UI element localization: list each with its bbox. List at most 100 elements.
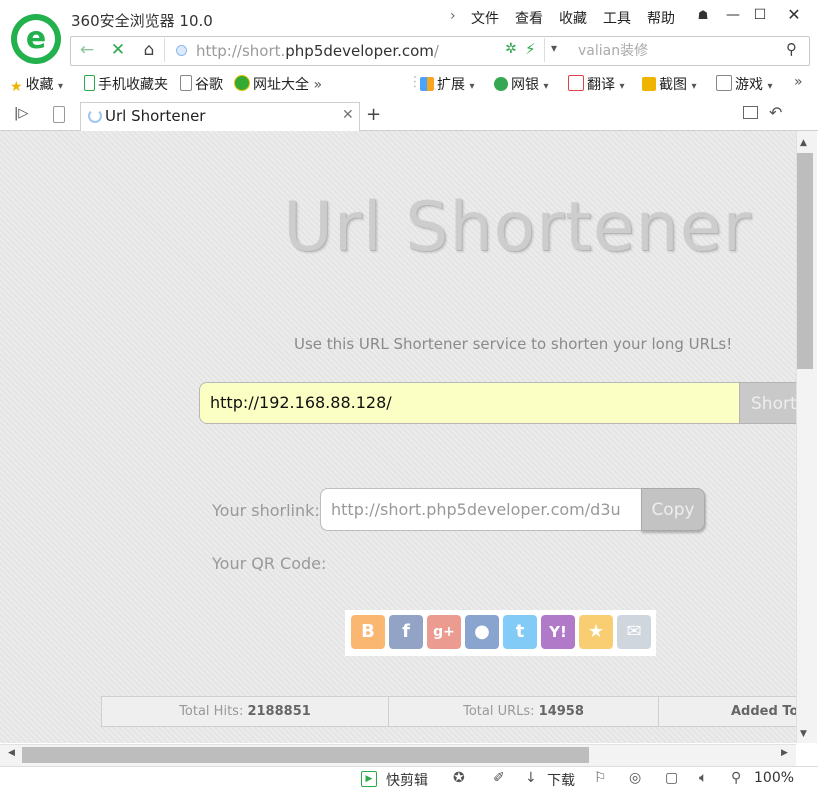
yahoo-icon[interactable]: Y! — [541, 615, 575, 649]
extensions-icon — [420, 77, 434, 91]
chevron-down-icon: ▾ — [469, 81, 475, 92]
home-button[interactable]: ⌂ — [134, 36, 164, 64]
video-clip-icon: ▶ — [361, 771, 377, 787]
page-viewport: Url Shortener Use this URL Shortener ser… — [0, 131, 796, 743]
menu-favorites[interactable]: 收藏 — [559, 8, 587, 28]
clip-button[interactable]: 快剪辑 — [386, 770, 428, 790]
gamepad-icon — [716, 75, 732, 91]
favorites-star-icon[interactable]: ★ — [579, 615, 613, 649]
nav-divider — [164, 38, 165, 62]
window-icon[interactable]: ▢ — [665, 770, 678, 786]
email-icon[interactable]: ✉ — [617, 615, 651, 649]
toolbar-label: 网银 — [511, 77, 539, 93]
menu-help[interactable]: 帮助 — [647, 8, 675, 28]
facebook-icon[interactable]: f — [389, 615, 423, 649]
toolbar-translate[interactable]: 翻译 ▾ — [568, 74, 624, 94]
copy-button[interactable]: Copy — [641, 488, 705, 531]
new-tab-button[interactable]: + — [366, 104, 381, 125]
zoom-icon[interactable]: ⚲ — [731, 770, 741, 786]
scroll-down-icon[interactable]: ▼ — [800, 729, 807, 739]
undo-close-icon[interactable]: ↶ — [769, 103, 782, 122]
menu-collapse-icon[interactable]: › — [450, 8, 456, 24]
more-toolbar-icon[interactable]: » — [794, 74, 803, 90]
ebank-icon — [494, 77, 508, 91]
vertical-scroll-thumb[interactable] — [797, 153, 813, 369]
shorten-button[interactable]: Short — [739, 382, 796, 424]
twitter-icon[interactable]: t — [503, 615, 537, 649]
stop-button[interactable]: ✕ — [103, 36, 133, 64]
toolbar-label: 游戏 — [735, 77, 763, 93]
refresh-icon[interactable]: ✲ — [505, 41, 517, 57]
zoom-level[interactable]: 100% — [754, 770, 794, 786]
tab-title: Url Shortener — [105, 107, 206, 125]
page-subtitle: Use this URL Shortener service to shorte… — [294, 335, 733, 353]
horizontal-scroll-thumb[interactable] — [22, 747, 589, 763]
sound-icon[interactable]: 🔈︎ — [699, 770, 707, 786]
chevron-down-icon: ▾ — [691, 81, 697, 92]
menu-view[interactable]: 查看 — [515, 8, 543, 28]
translate-icon — [568, 75, 584, 91]
star-icon: ★ — [10, 79, 23, 95]
browser-mode-icon[interactable]: ◎ — [629, 770, 641, 786]
scroll-right-icon[interactable]: ▶ — [781, 748, 788, 758]
toolbar-label: 扩展 — [437, 77, 465, 93]
bookmark-mobile[interactable]: 手机收藏夹 — [84, 74, 168, 94]
mobile-icon[interactable] — [53, 106, 65, 123]
myspace-icon[interactable]: ● — [465, 615, 499, 649]
close-tab-icon[interactable]: ✕ — [342, 107, 354, 123]
search-icon[interactable]: ⚲ — [786, 40, 797, 58]
scissors-icon — [642, 77, 656, 91]
toolbar-extensions[interactable]: 扩展 ▾ — [420, 74, 474, 94]
download-button[interactable]: 下载 — [547, 770, 575, 790]
bookmark-label: 收藏 — [25, 77, 54, 93]
stat-total-hits: Total Hits: 2188851 — [102, 697, 389, 726]
sidebar-toggle-icon[interactable]: |▷ — [14, 106, 28, 121]
restore-tabs-icon[interactable] — [743, 106, 758, 119]
browser-logo-icon: e — [11, 14, 61, 64]
speed-mode-icon[interactable]: ⚡ — [525, 40, 536, 58]
back-button[interactable]: ← — [72, 36, 102, 64]
window-title: 360安全浏览器 10.0 — [71, 12, 213, 30]
url-field[interactable]: http://short.php5developer.com/ — [196, 42, 439, 60]
stat-total-urls: Total URLs: 14958 — [389, 697, 659, 726]
chevron-down-icon: ▾ — [58, 81, 64, 92]
menu-file[interactable]: 文件 — [471, 8, 499, 28]
menu-tools[interactable]: 工具 — [603, 8, 631, 28]
blogger-icon[interactable]: B — [351, 615, 385, 649]
scroll-up-icon[interactable]: ▲ — [800, 138, 807, 148]
bookmark-google[interactable]: 谷歌 — [180, 74, 223, 94]
shortlink-label: Your shorlink: — [212, 501, 320, 520]
bookmark-label: 网址大全 — [253, 77, 309, 93]
qr-code-label: Your QR Code: — [212, 554, 327, 573]
globe-icon — [234, 75, 250, 91]
page-info-icon[interactable] — [176, 45, 187, 56]
shortlink-field[interactable]: http://short.php5developer.com/d3u — [320, 488, 642, 531]
search-engine-dropdown-icon[interactable]: ▾ — [551, 41, 557, 55]
loading-icon — [88, 109, 102, 123]
page-title: Url Shortener — [283, 188, 752, 267]
chevron-down-icon: ▾ — [619, 81, 625, 92]
toolbar-ebank[interactable]: 网银 ▾ — [494, 74, 548, 94]
toolbar-screenshot[interactable]: 截图 ▾ — [642, 74, 696, 94]
phone-icon — [84, 75, 95, 91]
long-url-input[interactable]: http://192.168.88.128/ — [199, 382, 739, 424]
search-input[interactable] — [578, 41, 778, 61]
chevron-down-icon: ▾ — [767, 81, 773, 92]
maximize-button[interactable]: ☐ — [747, 4, 773, 26]
pin-icon[interactable]: ✐ — [493, 770, 505, 786]
stat-added-today: Added Tod — [731, 704, 796, 719]
bookmark-directory[interactable]: 网址大全 » — [234, 74, 322, 94]
bookmark-label: 谷歌 — [195, 77, 223, 93]
accelerate-icon[interactable]: ✪ — [453, 770, 465, 786]
more-icon: » — [313, 77, 323, 93]
bookmark-favorites[interactable]: ★ 收藏 ▾ — [10, 74, 64, 95]
download-icon[interactable]: ↓ — [525, 770, 537, 786]
scroll-left-icon[interactable]: ◀ — [8, 748, 15, 758]
toolbar-games[interactable]: 游戏 ▾ — [716, 74, 772, 94]
flag-icon[interactable]: ⚐ — [594, 770, 607, 786]
close-window-button[interactable]: ✕ — [781, 4, 807, 26]
google-plus-icon[interactable]: g+ — [427, 615, 461, 649]
skin-icon[interactable]: ☗ — [690, 4, 716, 26]
bookmark-label: 手机收藏夹 — [98, 77, 168, 93]
minimize-button[interactable]: — — [720, 4, 746, 26]
